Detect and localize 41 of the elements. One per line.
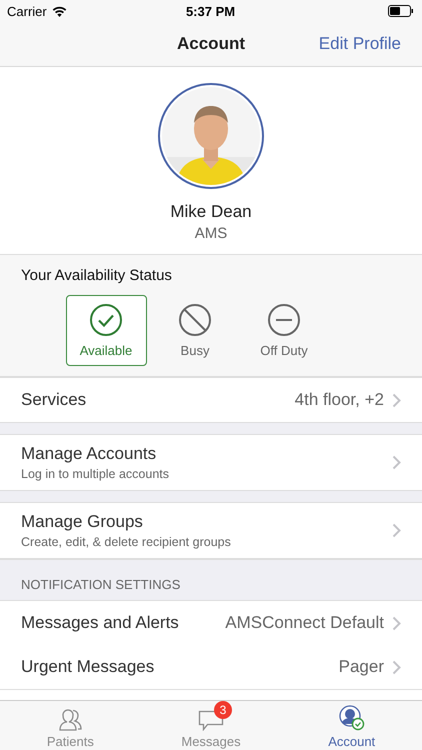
row-title: Manage Accounts — [21, 444, 158, 464]
chevron-icon — [392, 392, 401, 408]
status-option[interactable]: Available — [66, 295, 146, 366]
settings-row[interactable]: Urgent Messages Pager — [0, 645, 422, 689]
minus-circle-icon — [267, 303, 301, 337]
settings-row[interactable]: Manage Accounts Log in to multiple accounts — [0, 435, 422, 490]
row-value: 4th floor, +2 — [294, 390, 384, 410]
chevron-icon — [392, 455, 401, 470]
row-title: Urgent Messages — [21, 657, 156, 677]
status-option[interactable]: Off Duty — [244, 295, 324, 366]
row-value: AMSConnect Default — [225, 613, 384, 633]
people-icon — [57, 707, 84, 731]
prohibited-icon — [178, 303, 212, 337]
settings-row[interactable]: Messages and Alerts AMSConnect Default — [0, 601, 422, 645]
row-title: Manage Groups — [21, 512, 144, 532]
notification-badge: 3 — [214, 701, 232, 719]
carrier-label: Carrier — [7, 4, 47, 18]
edit-profile-link[interactable]: Edit Profile — [318, 34, 401, 54]
organization-label: AMS — [194, 225, 228, 242]
row-subtitle: Create, edit, & delete recipient groups — [21, 535, 232, 549]
clock-time: 5:37 PM — [186, 4, 236, 18]
row-subtitle: Log in to multiple accounts — [21, 467, 170, 481]
profile-check-icon — [338, 705, 365, 731]
status-option[interactable]: Busy — [154, 295, 236, 366]
tab-button[interactable]: 3 Messages — [140, 701, 282, 750]
chevron-icon — [392, 660, 401, 674]
check-circle-icon — [89, 303, 123, 337]
row-value: Pager — [338, 657, 384, 677]
wifi-icon — [52, 6, 67, 16]
section-title: Your Availability Status — [20, 267, 173, 284]
tab-button[interactable]: Account — [281, 701, 422, 750]
settings-row[interactable]: Manage Groups Create, edit, & delete recipient groups — [0, 503, 422, 558]
tab-button[interactable]: Patients — [0, 701, 141, 750]
user-name: Mike Dean — [170, 202, 252, 222]
battery-icon — [388, 5, 414, 17]
row-title: Services — [21, 390, 88, 410]
settings-row[interactable]: Services 4th floor, +2 — [0, 378, 422, 422]
chevron-icon — [392, 523, 401, 538]
screen-title: Account — [177, 34, 245, 54]
row-title: Messages and Alerts — [21, 613, 180, 633]
chevron-icon — [392, 616, 401, 630]
